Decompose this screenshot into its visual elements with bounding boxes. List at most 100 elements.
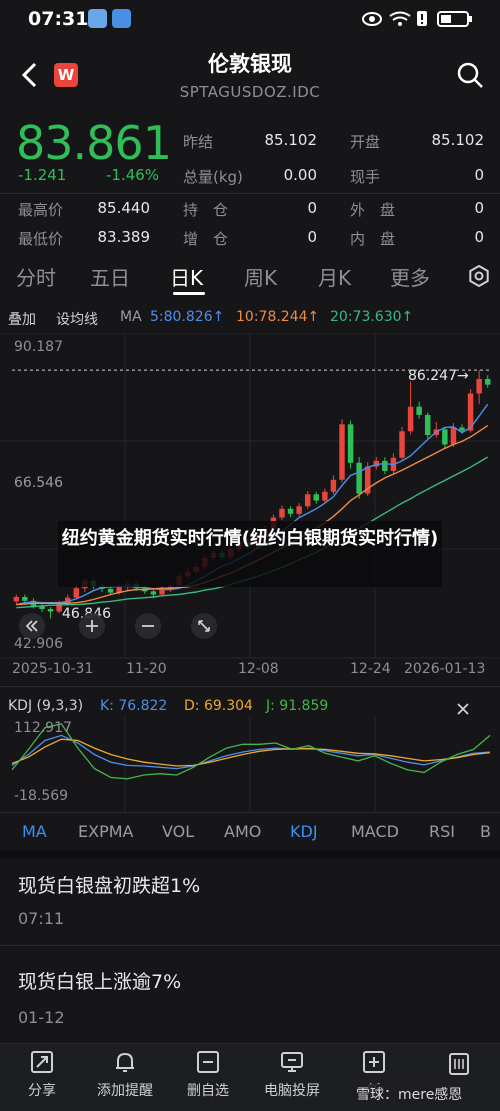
value-low: 83.389: [97, 228, 151, 246]
label-outer: 外 盘: [350, 201, 396, 219]
candle-body: [459, 427, 465, 431]
scroll-left-icon[interactable]: [18, 612, 46, 640]
news-item-title[interactable]: 现货白银上涨逾7%: [18, 967, 181, 994]
candle-body: [476, 378, 482, 394]
wifi-icon: [389, 11, 411, 26]
ma10-value: 10:78.244↑: [236, 309, 320, 325]
candle-body: [347, 424, 354, 463]
settings-icon[interactable]: [468, 265, 490, 287]
label-low: 最低价: [18, 230, 64, 248]
y-label-top: 90.187: [14, 339, 63, 355]
divider: [0, 193, 500, 194]
close-icon[interactable]: [456, 702, 470, 716]
zoom-in-icon[interactable]: [78, 612, 106, 640]
tab-five-day[interactable]: 五日: [90, 262, 130, 291]
candle-body: [356, 462, 362, 494]
section-gap: [0, 850, 500, 858]
ma20-value: 20:73.630↑: [330, 309, 414, 325]
candle-body: [73, 588, 80, 598]
set-ma-button[interactable]: 设均线: [56, 309, 98, 329]
candle-body: [313, 494, 320, 501]
news-item-title[interactable]: 现货白银盘初跌超1%: [18, 871, 200, 898]
candle-body: [159, 589, 165, 595]
candle-body: [279, 508, 285, 518]
candle-body: [407, 406, 414, 432]
more-icon[interactable]: [446, 1051, 472, 1077]
tab-more[interactable]: 更多: [390, 262, 430, 291]
candle-body: [416, 406, 422, 415]
k-line: [11, 734, 491, 770]
overlay-button[interactable]: 叠加: [8, 309, 36, 329]
battery-icon: [437, 11, 472, 27]
label-open-interest: 持 仓: [183, 201, 229, 219]
remove-icon: [197, 1051, 219, 1073]
label-open: 开盘: [350, 133, 381, 151]
candle-body: [450, 427, 457, 445]
alert-icon: [417, 11, 427, 26]
label-increase: 增 仓: [183, 230, 229, 248]
candle-body: [287, 508, 294, 514]
kdj-y-top: 112.917: [14, 720, 72, 736]
candle-body: [339, 424, 345, 480]
x-label-5: 2026-01-13: [404, 661, 486, 677]
ma5-value: 5:80.826↑: [150, 309, 225, 325]
add-icon: [363, 1051, 385, 1073]
tab-vol[interactable]: VOL: [162, 822, 194, 841]
search-icon[interactable]: [456, 61, 484, 89]
tab-rsi[interactable]: RSI: [429, 822, 455, 841]
tab-monthly-k[interactable]: 月K: [318, 262, 351, 291]
divider: [0, 686, 500, 687]
ma-label: MA: [120, 309, 142, 325]
x-label-1: 2025-10-31: [12, 661, 94, 677]
monitor-icon: [281, 1052, 303, 1072]
tab-underline: [173, 292, 205, 295]
tab-expma[interactable]: EXPMA: [78, 822, 133, 841]
candle-body: [322, 491, 328, 501]
tab-ma[interactable]: MA: [22, 822, 47, 841]
value-high: 85.440: [97, 199, 151, 217]
label-high: 最高价: [18, 201, 64, 219]
value-inner: 0: [474, 228, 484, 246]
caption-text: 纽约黄金期货实时行情(纽约白银期货实时行情): [61, 528, 439, 549]
d-line: [11, 738, 491, 767]
price-change: -1.241: [18, 166, 67, 184]
candle-body: [382, 460, 388, 471]
news-item-time: 07:11: [18, 909, 65, 928]
tab-kdj[interactable]: KDJ: [290, 822, 318, 841]
tab-weekly-k[interactable]: 周K: [244, 262, 277, 291]
price-change-pct: -1.46%: [106, 166, 160, 184]
kdj-j-value: J: 91.859: [266, 698, 329, 714]
kdj-y-bottom: -18.569: [14, 788, 69, 804]
candle-body: [47, 609, 54, 612]
zoom-out-icon[interactable]: [134, 612, 162, 640]
watermark: 雪球：mere感恩: [356, 1084, 463, 1104]
eye-icon: [362, 12, 382, 26]
x-label-3: 12-08: [238, 661, 279, 677]
tab-boll[interactable]: B: [480, 822, 491, 841]
kdj-title: KDJ (9,3,3): [8, 698, 84, 714]
label-volume: 总量(kg): [183, 168, 243, 186]
fullscreen-icon[interactable]: [190, 612, 218, 640]
share-icon: [31, 1051, 53, 1073]
candle-body: [150, 591, 157, 595]
value-prev-settle: 85.102: [264, 131, 318, 149]
value-open: 85.102: [431, 131, 485, 149]
current-price: 83.861: [16, 116, 172, 170]
candle-body: [442, 429, 448, 445]
tab-daily-k[interactable]: 日K: [170, 262, 203, 291]
candle-body: [330, 479, 337, 492]
candle-body: [296, 506, 302, 514]
high-marker: 86.247→: [408, 368, 469, 384]
label-inner: 内 盘: [350, 230, 396, 248]
tab-amo[interactable]: AMO: [224, 822, 261, 841]
page-title: 伦敦银现: [208, 52, 292, 76]
candle-body: [424, 414, 431, 436]
tab-macd[interactable]: MACD: [351, 822, 399, 841]
value-increase: 0: [307, 228, 317, 246]
kdj-d-value: D: 69.304: [184, 698, 253, 714]
kdj-chart: [11, 716, 491, 812]
value-outer: 0: [474, 199, 484, 217]
status-time: 07:31: [28, 8, 89, 30]
tab-intraday[interactable]: 分时: [16, 262, 56, 291]
candle-body: [22, 597, 28, 601]
